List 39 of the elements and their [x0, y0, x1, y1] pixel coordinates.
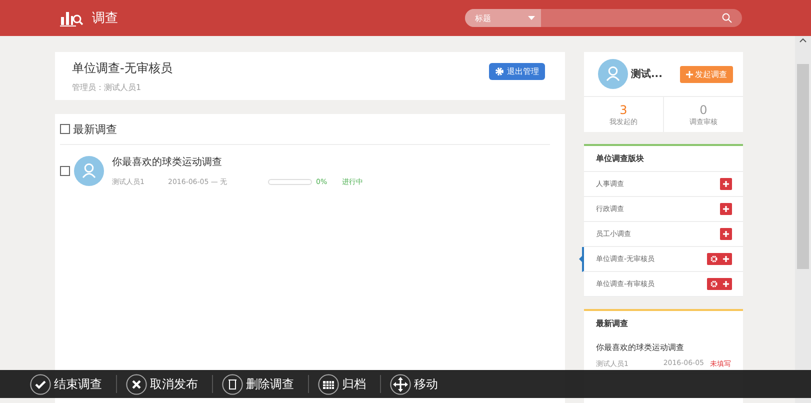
settings-add-icon[interactable] [707, 278, 732, 290]
survey-title[interactable]: 你最喜欢的球类运动调查 [112, 155, 363, 169]
stat-value: 3 [618, 103, 628, 117]
selection-pointer-icon [579, 255, 583, 263]
trash-action-button[interactable]: 删除调查 [222, 375, 309, 393]
manager-name: 测试人员1 [104, 82, 142, 92]
user-name: 测试... [631, 68, 664, 81]
settings-add-icon[interactable] [707, 253, 732, 265]
survey-title[interactable]: 你最喜欢的球类运动调查 [596, 342, 731, 353]
close-action-button[interactable]: 取消发布 [126, 375, 213, 393]
move-action-button[interactable]: 移动 [390, 375, 452, 393]
panel-title: 单位调查版块 [584, 146, 743, 172]
plus-icon [686, 70, 693, 78]
avatar-icon [598, 59, 628, 89]
manager-label: 管理员： [72, 82, 104, 92]
stat-value: 0 [698, 103, 708, 117]
search-icon[interactable] [722, 13, 732, 23]
exit-manage-button[interactable]: 退出管理 [489, 62, 545, 80]
close-icon [126, 374, 147, 394]
move-icon [390, 374, 411, 394]
archive-action-button[interactable]: 归档 [318, 375, 381, 393]
check-icon [30, 374, 51, 394]
check-action-button[interactable]: 结束调查 [30, 375, 117, 393]
avatar-icon [74, 156, 104, 186]
app-title: 调查 [92, 10, 118, 27]
add-icon[interactable] [720, 228, 732, 240]
add-icon[interactable] [720, 178, 732, 190]
add-icon[interactable] [720, 203, 732, 215]
checkbox[interactable] [60, 124, 70, 134]
trash-icon [222, 374, 243, 394]
checkbox[interactable] [60, 166, 70, 176]
panel-title: 最新调查 [595, 318, 629, 330]
archive-icon [318, 374, 339, 394]
scrollbar-thumb[interactable] [797, 64, 809, 269]
caret-icon [528, 16, 535, 20]
logo-icon [60, 9, 84, 27]
unit-title: 单位调查-无审核员 [72, 60, 172, 76]
gear-icon [495, 66, 504, 76]
section-title: 最新调查 [73, 122, 117, 136]
